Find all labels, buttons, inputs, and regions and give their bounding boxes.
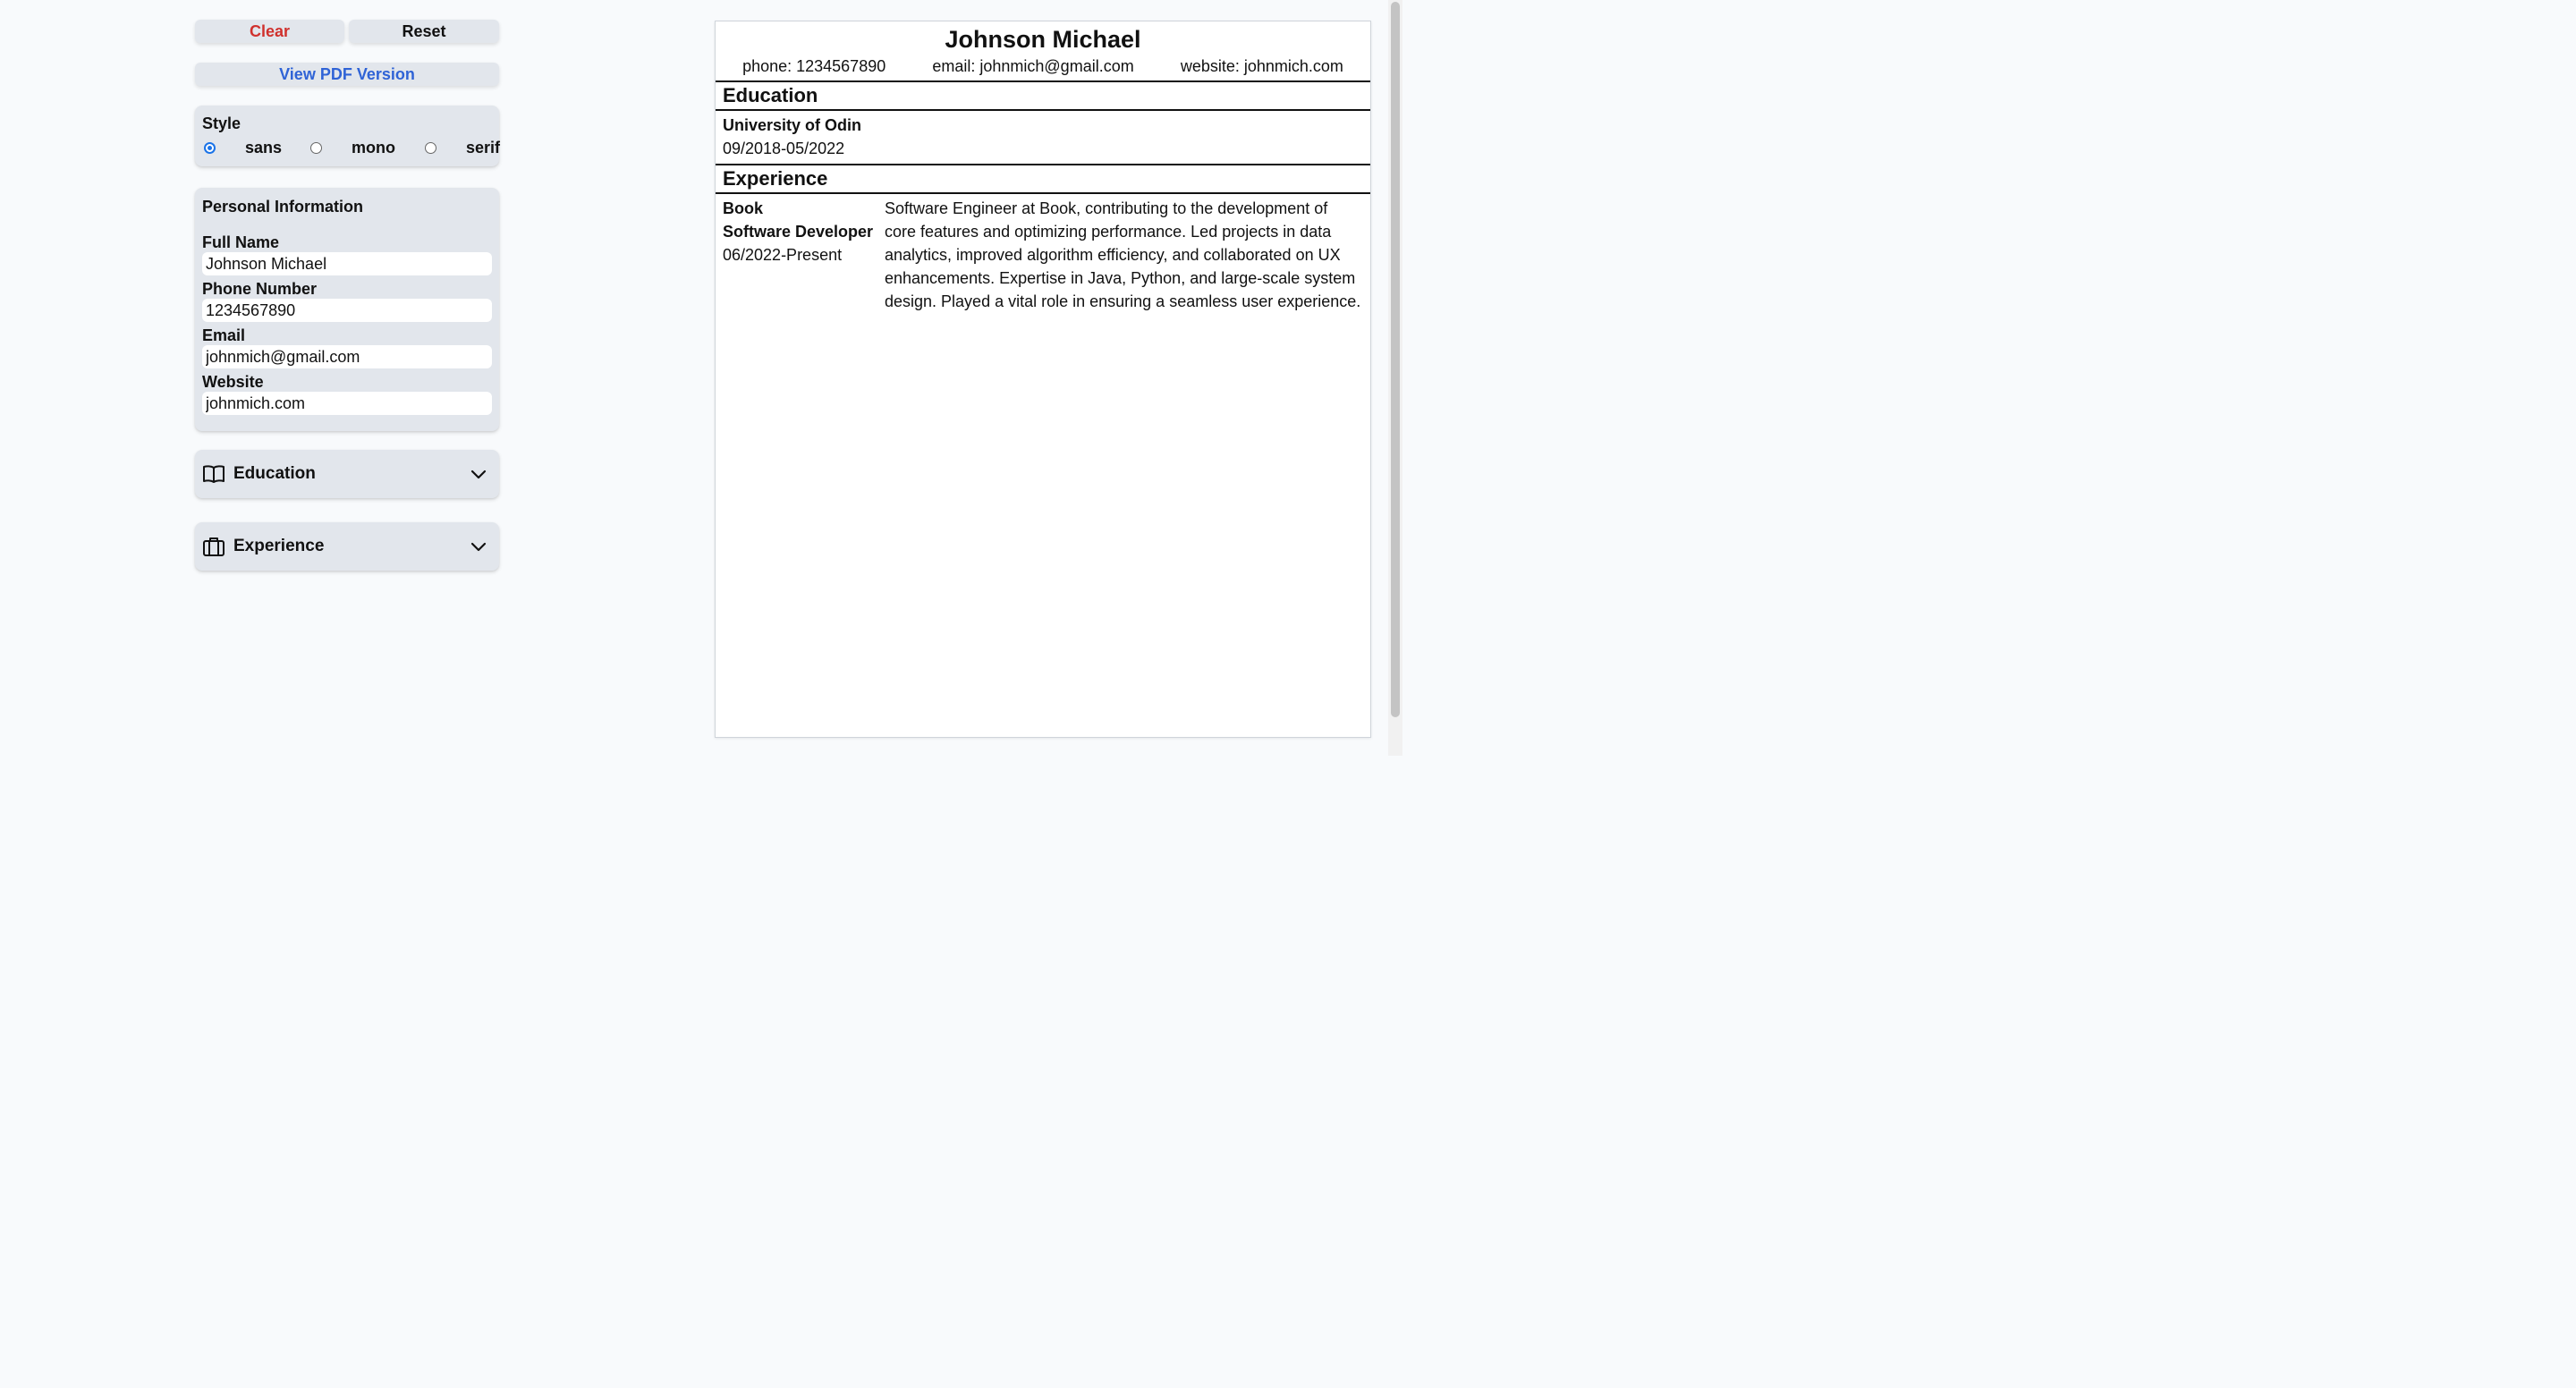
clear-button[interactable]: Clear [195,20,344,43]
website-label: Website [202,373,264,391]
personal-info-form: Personal Information Full Name Phone Num… [195,188,499,431]
website-input[interactable] [202,392,492,415]
phone-input[interactable] [202,299,492,322]
email-input[interactable] [202,345,492,368]
resume-school-dates: 09/2018-05/2022 [723,140,845,157]
resume-phone: phone: 1234567890 [742,57,886,75]
briefcase-icon [202,535,225,558]
education-accordion[interactable]: Education [195,450,499,498]
resume-company: Book [723,199,763,217]
style-selector: Style sans mono serif [195,106,500,166]
chevron-down-icon[interactable] [469,537,488,556]
phone-label: Phone Number [202,280,318,298]
resume-school: University of Odin [723,116,862,134]
email-label: Email [202,326,246,344]
style-options: sans mono serif [202,137,500,158]
style-radio-serif[interactable] [425,141,437,154]
resume-education-heading: Education [716,80,1370,111]
style-option-mono-label[interactable]: mono [352,139,395,157]
resume-preview: Johnson Michael phone: 1234567890 email:… [715,21,1371,738]
personal-info-title: Personal Information [202,198,364,216]
resume-job-meta: Book Software Developer 06/2022-Present [723,197,885,313]
reset-button[interactable]: Reset [349,20,499,43]
resume-email: email: johnmich@gmail.com [932,57,1134,75]
scrollbar[interactable] [1388,0,1402,756]
view-pdf-button[interactable]: View PDF Version [195,63,499,86]
scrollbar-thumb[interactable] [1391,2,1400,717]
style-label: Style [202,114,242,132]
resume-job-description: Software Engineer at Book, contributing … [885,199,1361,310]
full-name-input[interactable] [202,252,492,275]
style-option-sans-label[interactable]: sans [245,139,282,157]
style-option-serif-label[interactable]: serif [466,139,500,157]
book-open-icon [202,462,225,486]
education-accordion-label: Education [233,464,316,483]
resume-education-entry: University of Odin 09/2018-05/2022 [716,111,1370,164]
chevron-down-icon[interactable] [469,464,488,484]
resume-position: Software Developer [723,223,874,241]
resume-job-dates: 06/2022-Present [723,246,843,264]
style-radio-mono[interactable] [310,141,323,154]
resume-experience-heading: Experience [716,164,1370,194]
resume-contact-line: phone: 1234567890 email: johnmich@gmail.… [716,56,1370,76]
resume-name: Johnson Michael [945,26,1141,53]
resume-experience-entry: Book Software Developer 06/2022-Present … [716,194,1370,316]
experience-accordion-label: Experience [233,537,325,555]
style-radio-sans[interactable] [204,141,216,154]
full-name-label: Full Name [202,233,280,251]
experience-accordion[interactable]: Experience [195,522,499,571]
resume-website: website: johnmich.com [1180,57,1343,75]
